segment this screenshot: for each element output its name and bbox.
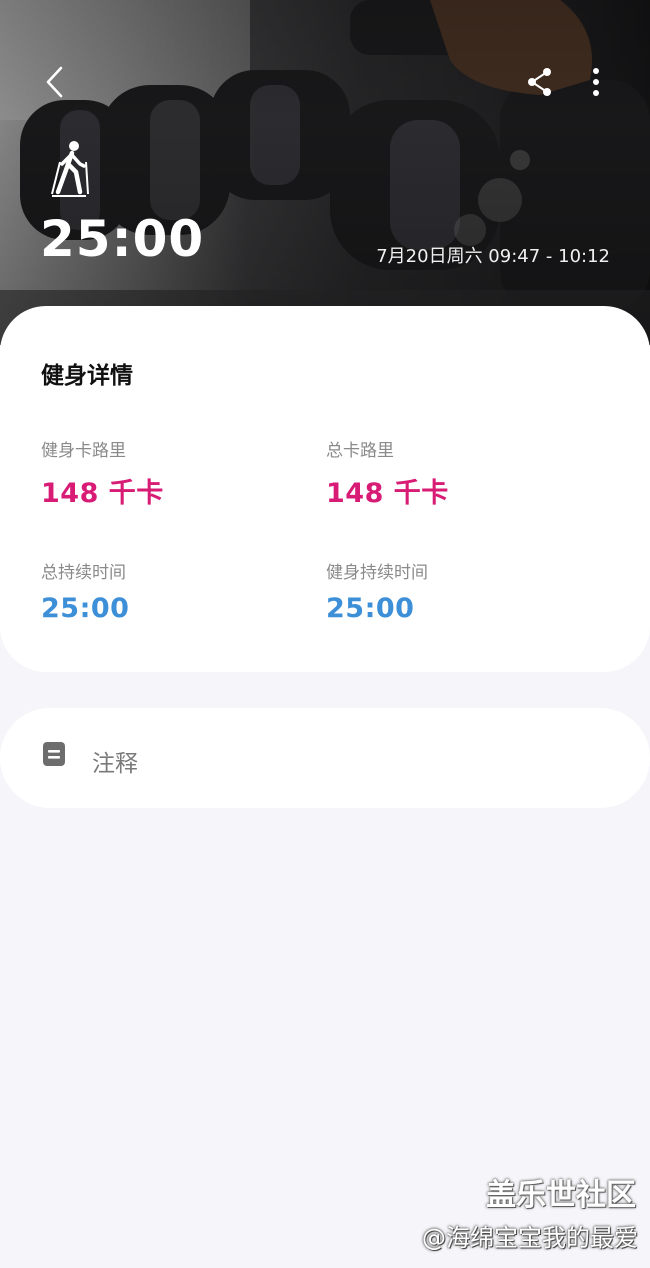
share-icon xyxy=(528,68,551,96)
workout-detail-screen: 25:00 7月20日周六 09:47 - 10:12 健身详情 健身卡路里 1… xyxy=(0,0,650,1268)
metric-label: 健身卡路里 xyxy=(41,441,126,461)
metric-value: 25:00 xyxy=(41,593,130,624)
notes-button[interactable]: 注释 xyxy=(0,708,650,808)
metric-total-duration: 总持续时间 25:00 xyxy=(41,558,129,624)
metric-value: 25:00 xyxy=(326,593,415,624)
details-title: 健身详情 xyxy=(41,363,133,389)
workout-time-range: 7月20日周六 09:47 - 10:12 xyxy=(376,246,610,267)
chevron-left-icon xyxy=(46,66,63,98)
metric-workout-duration: 健身持续时间 25:00 xyxy=(326,558,428,624)
header-shade xyxy=(0,0,650,345)
metric-total-calories: 总卡路里 148 千卡 xyxy=(326,436,449,510)
metric-label: 总卡路里 xyxy=(326,441,394,461)
workout-duration: 25:00 xyxy=(40,210,205,268)
metric-workout-calories: 健身卡路里 148 千卡 xyxy=(41,436,164,510)
more-button[interactable] xyxy=(576,62,616,102)
notes-label: 注释 xyxy=(92,751,138,777)
back-button[interactable] xyxy=(34,62,74,102)
metric-value: 148 千卡 xyxy=(41,478,164,509)
watermark-community: 盖乐世社区 xyxy=(486,1178,636,1213)
metric-value: 148 千卡 xyxy=(326,478,449,509)
watermark-author: @海绵宝宝我的最爱 xyxy=(422,1224,638,1252)
metric-label: 健身持续时间 xyxy=(326,563,428,583)
share-button[interactable] xyxy=(520,62,560,102)
more-vertical-icon xyxy=(593,68,599,96)
metric-label: 总持续时间 xyxy=(41,563,126,583)
header-banner: 25:00 7月20日周六 09:47 - 10:12 xyxy=(0,0,650,345)
workout-details-card: 健身详情 健身卡路里 148 千卡 总卡路里 148 千卡 总持续时间 25:0… xyxy=(0,306,650,672)
note-icon xyxy=(43,742,65,766)
hiking-person-icon xyxy=(46,140,94,198)
